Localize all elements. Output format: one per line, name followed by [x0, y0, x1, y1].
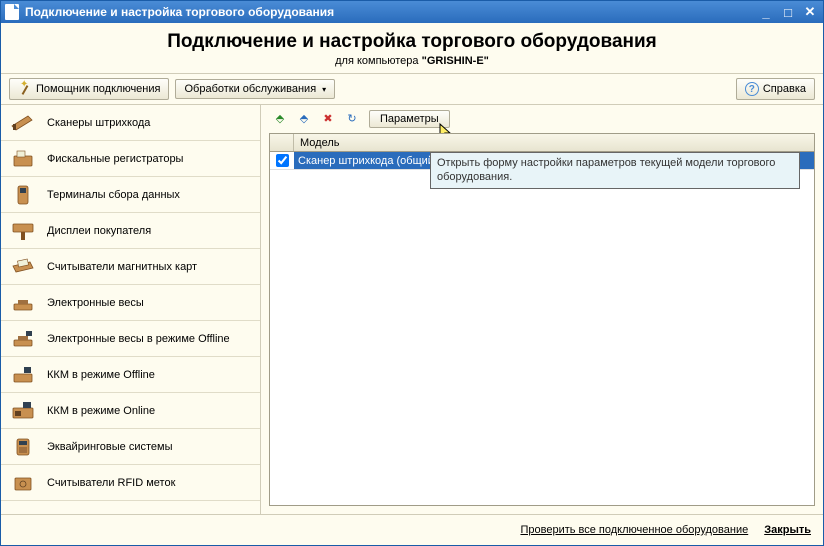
- content-panel: ⬘ ⬘ ✖ ↻ Параметры Модель Сканер штрихкод…: [261, 105, 823, 514]
- sidebar-item-kkm-offline[interactable]: ККМ в режиме Offline: [1, 357, 260, 393]
- device-grid: Модель Сканер штрихкода (общий) Открыть …: [269, 133, 815, 506]
- sidebar-item-label: Электронные весы в режиме Offline: [47, 333, 230, 345]
- help-icon: ?: [745, 82, 759, 96]
- top-toolbar: Помощник подключения Обработки обслужива…: [1, 74, 823, 105]
- add-button[interactable]: ⬘: [269, 109, 291, 129]
- acquiring-icon: [9, 435, 37, 459]
- close-button[interactable]: ✕: [801, 4, 819, 20]
- sidebar-item-label: Считыватели RFID меток: [47, 477, 175, 489]
- fiscal-register-icon: [9, 147, 37, 171]
- main-window: Подключение и настройка торгового оборуд…: [0, 0, 824, 546]
- sidebar-item-customer-displays[interactable]: Дисплеи покупателя: [1, 213, 260, 249]
- delete-button[interactable]: ✖: [317, 109, 339, 129]
- sidebar-item-kkm-online[interactable]: ККМ в режиме Online: [1, 393, 260, 429]
- sidebar-item-label: Сканеры штрихкода: [47, 117, 150, 129]
- grid-column-model[interactable]: Модель: [294, 137, 345, 149]
- check-equipment-link[interactable]: Проверить все подключенное оборудование: [520, 524, 748, 536]
- chevron-down-icon: ▾: [322, 85, 326, 94]
- help-button[interactable]: ? Справка: [736, 78, 815, 100]
- grid-header: Модель: [270, 134, 814, 152]
- grid-checkbox-header: [270, 134, 294, 151]
- minimize-button[interactable]: _: [757, 4, 775, 20]
- row-checkbox[interactable]: [276, 154, 289, 167]
- maximize-button[interactable]: □: [779, 4, 797, 20]
- sidebar-item-label: ККМ в режиме Offline: [47, 369, 155, 381]
- sidebar-item-label: Фискальные регистраторы: [47, 153, 183, 165]
- magnetic-reader-icon: [9, 255, 37, 279]
- close-link[interactable]: Закрыть: [764, 524, 811, 536]
- sidebar-item-scanners[interactable]: Сканеры штрихкода: [1, 105, 260, 141]
- sidebar-item-label: Эквайринговые системы: [47, 441, 173, 453]
- window-title: Подключение и настройка торгового оборуд…: [25, 5, 757, 19]
- row-checkbox-cell[interactable]: [270, 154, 294, 167]
- data-terminal-icon: [9, 183, 37, 207]
- sidebar-item-label: Терминалы сбора данных: [47, 189, 180, 201]
- device-category-sidebar: Сканеры штрихкода Фискальные регистратор…: [1, 105, 261, 514]
- titlebar[interactable]: Подключение и настройка торгового оборуд…: [1, 1, 823, 23]
- scales-icon: [9, 291, 37, 315]
- sidebar-item-label: Дисплеи покупателя: [47, 225, 151, 237]
- refresh-button[interactable]: ↻: [341, 109, 363, 129]
- sidebar-item-electronic-scales[interactable]: Электронные весы: [1, 285, 260, 321]
- edit-button[interactable]: ⬘: [293, 109, 315, 129]
- main-content: Сканеры штрихкода Фискальные регистратор…: [1, 105, 823, 515]
- document-icon: [5, 4, 19, 20]
- sidebar-item-data-terminals[interactable]: Терминалы сбора данных: [1, 177, 260, 213]
- sidebar-item-acquiring[interactable]: Эквайринговые системы: [1, 429, 260, 465]
- sidebar-item-label: ККМ в режиме Online: [47, 405, 155, 417]
- customer-display-icon: [9, 219, 37, 243]
- connection-assistant-button[interactable]: Помощник подключения: [9, 78, 169, 100]
- sidebar-item-fiscal-registers[interactable]: Фискальные регистраторы: [1, 141, 260, 177]
- page-subtitle: для компьютера "GRISHIN-E": [1, 55, 823, 67]
- sidebar-item-label: Электронные весы: [47, 297, 144, 309]
- page-title: Подключение и настройка торгового оборуд…: [1, 31, 823, 53]
- wand-icon: [18, 82, 32, 96]
- sidebar-item-magnetic-readers[interactable]: Считыватели магнитных карт: [1, 249, 260, 285]
- footer: Проверить все подключенное оборудование …: [1, 515, 823, 545]
- sidebar-item-rfid[interactable]: Считыватели RFID меток: [1, 465, 260, 501]
- content-toolbar: ⬘ ⬘ ✖ ↻ Параметры: [261, 105, 823, 133]
- barcode-scanner-icon: [9, 111, 37, 135]
- kkm-online-icon: [9, 399, 37, 423]
- parameters-tooltip: Открыть форму настройки параметров текущ…: [430, 152, 800, 189]
- servicing-processes-dropdown[interactable]: Обработки обслуживания ▾: [175, 79, 335, 99]
- scales-offline-icon: [9, 327, 37, 351]
- sidebar-item-scales-offline[interactable]: Электронные весы в режиме Offline: [1, 321, 260, 357]
- sidebar-item-label: Считыватели магнитных карт: [47, 261, 197, 273]
- kkm-offline-icon: [9, 363, 37, 387]
- page-header: Подключение и настройка торгового оборуд…: [1, 23, 823, 74]
- parameters-button[interactable]: Параметры: [369, 110, 450, 128]
- rfid-reader-icon: [9, 471, 37, 495]
